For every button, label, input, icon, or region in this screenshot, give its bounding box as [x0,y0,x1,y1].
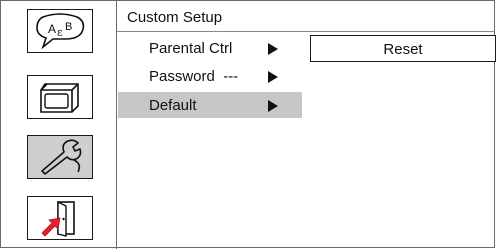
menu-item-label: Password --- [149,68,239,85]
tv-screen-icon [36,80,84,114]
menu-item-password[interactable]: Password --- [118,63,302,89]
exit-button[interactable] [27,196,93,240]
menu-item-label: Parental Ctrl [149,40,233,57]
menu-item-default[interactable]: Default [118,92,302,118]
header-divider [117,31,495,32]
language-button[interactable]: A ε B [27,9,93,53]
svg-text:A: A [48,22,56,36]
tv-screen-button[interactable] [27,75,93,119]
language-abc-icon: A ε B [33,13,87,49]
reset-option-label: Reset [383,41,423,58]
arrow-right-icon [268,70,278,87]
sidebar: A ε B [1,1,117,249]
custom-setup-button[interactable] [27,135,93,179]
exit-door-icon [40,199,80,237]
page-title: Custom Setup [127,9,223,26]
arrow-right-icon [268,42,278,59]
wrench-tool-icon [34,138,86,176]
menu-item-label: Default [149,97,197,114]
arrow-right-icon [268,99,278,116]
svg-text:ε: ε [57,26,63,39]
osd-window: A ε B Custom Setup Parental Ctrl Passwor… [0,0,496,249]
svg-text:B: B [65,21,72,33]
menu-item-parental-ctrl[interactable]: Parental Ctrl [118,35,302,61]
reset-option-button[interactable]: Reset [310,35,496,62]
